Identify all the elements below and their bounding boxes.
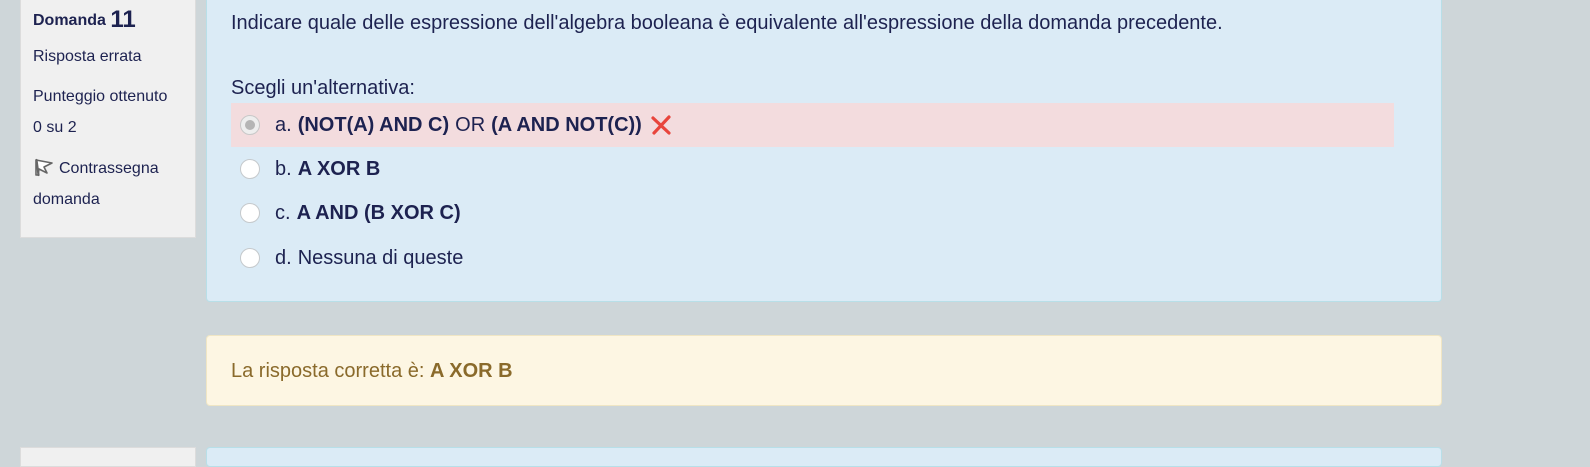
correct-answer: A XOR B — [430, 360, 513, 382]
option-a-part3: (A AND NOT(C)) — [491, 113, 642, 136]
option-a-part2: OR — [455, 113, 486, 136]
flag-question-link[interactable]: Contrassegna domanda — [33, 153, 183, 215]
next-question-formulation — [206, 447, 1442, 467]
grade-value: 0 su 2 — [33, 119, 77, 136]
answer-prompt: Scegli un'alternativa: — [231, 77, 415, 99]
flag-label-line2: domanda — [33, 191, 100, 208]
feedback-label: La risposta corretta è: — [231, 360, 425, 382]
radio-option-d[interactable] — [240, 248, 260, 268]
feedback-text: La risposta corretta è: A XOR B — [231, 356, 513, 386]
option-letter: b. — [275, 157, 292, 180]
question-number: Domanda 11 — [33, 6, 183, 35]
option-letter: a. — [275, 113, 292, 136]
option-text: Nessuna di queste — [297, 246, 464, 269]
answer-option-d[interactable]: d. Nessuna di queste — [231, 236, 1394, 280]
option-text: A AND (B XOR C) — [296, 201, 461, 224]
answer-option-b[interactable]: b. A XOR B — [231, 147, 1394, 191]
cross-icon — [650, 114, 672, 136]
option-text: A XOR B — [297, 157, 381, 180]
question-text: Indicare quale delle espressione dell'al… — [231, 12, 1223, 34]
correct-answer-feedback: La risposta corretta è: A XOR B — [206, 335, 1442, 406]
flag-icon — [33, 156, 55, 178]
grade-label: Punteggio ottenuto — [33, 88, 168, 105]
question-label: Domanda — [33, 12, 106, 29]
question-formulation: Indicare quale delle espressione dell'al… — [206, 0, 1442, 302]
next-question-info-panel — [20, 447, 196, 467]
question-state: Risposta errata — [33, 48, 142, 65]
question-grade: Punteggio ottenuto 0 su 2 — [33, 81, 183, 143]
question-number-value: 11 — [110, 6, 136, 33]
answer-option-a[interactable]: a. (NOT(A) AND C) OR (A AND NOT(C)) — [231, 103, 1394, 147]
radio-option-b[interactable] — [240, 159, 260, 179]
flag-label-line1: Contrassegna — [59, 160, 159, 177]
option-a-part1: (NOT(A) AND C) — [297, 113, 450, 136]
answer-option-c[interactable]: c. A AND (B XOR C) — [231, 191, 1394, 235]
radio-option-a[interactable] — [240, 115, 260, 135]
option-letter: c. — [275, 201, 291, 224]
question-info-panel: Domanda 11 Risposta errata Punteggio ott… — [20, 0, 196, 238]
option-letter: d. — [275, 246, 292, 269]
radio-option-c[interactable] — [240, 203, 260, 223]
